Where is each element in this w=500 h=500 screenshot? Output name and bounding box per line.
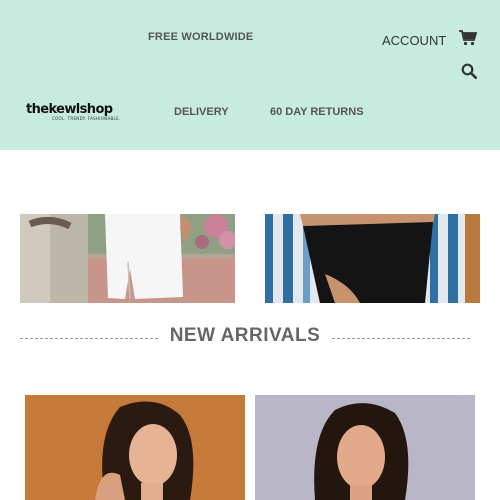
banner-left-image — [20, 214, 235, 303]
nav-link-returns[interactable]: 60 DAY RETURNS — [270, 106, 364, 118]
section-divider-right — [332, 338, 470, 339]
product-card[interactable] — [255, 395, 475, 500]
nav-link-delivery[interactable]: DELIVERY — [174, 106, 229, 118]
product-image — [25, 395, 245, 500]
product-card[interactable] — [25, 395, 245, 500]
site-header: FREE WORLDWIDE ACCOUNT thekewlshop COOL.… — [0, 0, 500, 150]
cart-icon[interactable] — [459, 30, 477, 46]
promo-banner-left[interactable] — [20, 214, 235, 303]
search-icon[interactable] — [461, 63, 477, 79]
site-logo[interactable]: thekewlshop COOL. TRENDY. FASHIONABLE. — [26, 103, 121, 121]
banner-right-image — [265, 214, 480, 303]
account-link[interactable]: ACCOUNT — [382, 33, 446, 48]
promo-banner-text: FREE WORLDWIDE — [148, 31, 254, 43]
logo-tagline: COOL. TRENDY. FASHIONABLE. — [52, 116, 121, 121]
product-image — [255, 395, 475, 500]
logo-wordmark: thekewlshop — [26, 102, 113, 117]
promo-banner-right[interactable] — [265, 214, 480, 303]
section-title: NEW ARRIVALS — [169, 325, 321, 346]
